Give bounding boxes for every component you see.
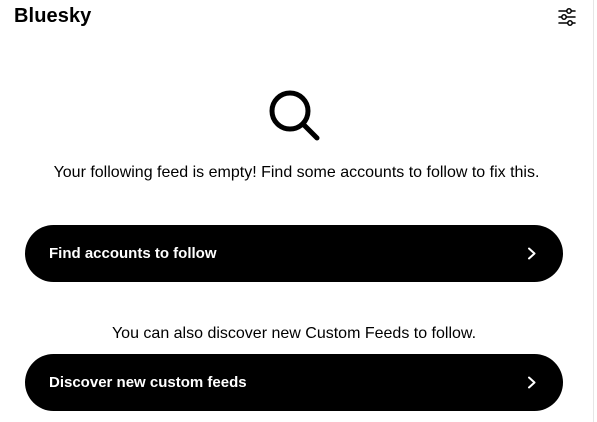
- app-title: Bluesky: [14, 5, 92, 27]
- find-accounts-label: Find accounts to follow: [49, 245, 217, 262]
- discover-feeds-button[interactable]: Discover new custom feeds: [25, 354, 563, 411]
- column-border: [593, 0, 594, 422]
- discover-feeds-label: Discover new custom feeds: [49, 374, 247, 391]
- discover-feeds-message: You can also discover new Custom Feeds t…: [111, 325, 477, 342]
- feed-page: Bluesky Your following feed is empty! Fi…: [0, 0, 597, 422]
- search-icon: [269, 90, 320, 141]
- chevron-right-icon: [528, 376, 536, 389]
- sliders-icon: [558, 8, 576, 26]
- feed-settings-button[interactable]: [556, 7, 578, 27]
- chevron-right-icon: [528, 247, 536, 260]
- app-header: Bluesky: [0, 0, 597, 38]
- empty-feed-message: Your following feed is empty! Find some …: [53, 164, 540, 181]
- find-accounts-button[interactable]: Find accounts to follow: [25, 225, 563, 282]
